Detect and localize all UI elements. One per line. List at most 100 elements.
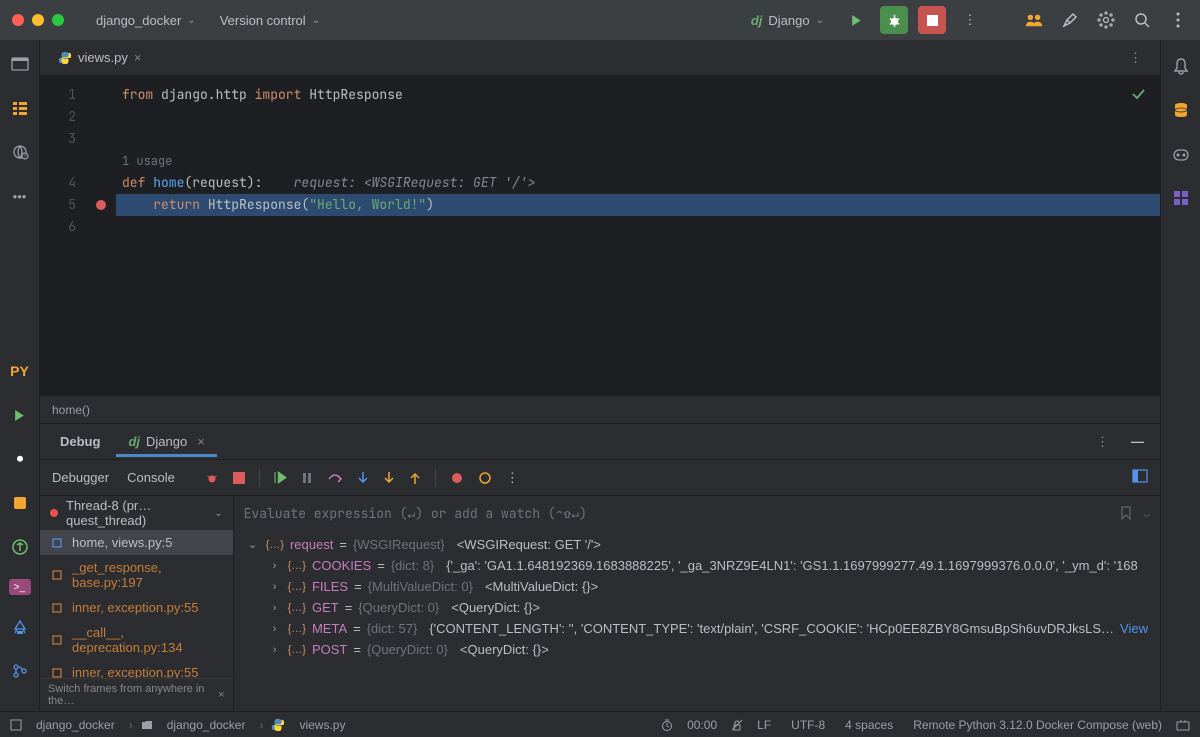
view-link[interactable]: View (1120, 621, 1148, 636)
status-widget-icon[interactable] (1176, 719, 1190, 731)
layout-settings-icon[interactable] (1132, 469, 1148, 486)
evaluate-expression-bar[interactable]: Evaluate expression (↵) or add a watch (… (234, 496, 1160, 530)
tab-views-py[interactable]: views.py × (48, 44, 151, 71)
sciview-icon[interactable] (1169, 186, 1193, 210)
run-tool-icon[interactable] (8, 403, 32, 427)
interpreter[interactable]: Remote Python 3.12.0 Docker Compose (web… (907, 718, 1168, 732)
ide-settings-icon[interactable] (1092, 6, 1120, 34)
step-over-icon[interactable] (327, 471, 343, 485)
file-encoding[interactable]: UTF-8 (785, 718, 831, 732)
frame-icon (50, 666, 64, 679)
step-into-icon[interactable] (357, 471, 369, 485)
stack-frame[interactable]: home, views.py:5 (40, 530, 233, 555)
usage-hint[interactable]: 1 usage (116, 150, 1160, 172)
debug-main-tab[interactable]: Debug (48, 426, 112, 457)
expand-icon[interactable]: › (268, 581, 282, 593)
stop-icon[interactable] (233, 472, 245, 484)
stack-frame[interactable]: inner, exception.py:55 (40, 660, 233, 678)
inspection-ok-icon[interactable] (1130, 86, 1146, 106)
right-tool-rail (1160, 40, 1200, 711)
settings-gear-icon[interactable] (1164, 6, 1192, 34)
step-out-icon[interactable] (409, 471, 421, 485)
more-debug-actions-icon[interactable]: ⋮ (506, 470, 519, 486)
collapse-icon[interactable]: ⌄ (246, 538, 260, 551)
variable-row[interactable]: › {…} GET = {QueryDict: 0} <QueryDict: {… (234, 597, 1160, 618)
rerun-icon[interactable] (205, 471, 219, 485)
indent-settings[interactable]: 4 spaces (839, 718, 899, 732)
minimize-window-icon[interactable] (32, 14, 44, 26)
run-config-label: Django (768, 13, 809, 28)
python-console-icon[interactable]: PY (8, 359, 32, 383)
bookmark-icon[interactable] (1120, 506, 1132, 520)
resume-icon[interactable] (274, 471, 287, 484)
expand-icon[interactable]: › (268, 623, 282, 635)
services-tool-icon[interactable] (8, 491, 32, 515)
debug-tool-window: Debug dj Django × ⋮ — Debugger Console (40, 423, 1160, 711)
variable-row[interactable]: ⌄ {…} request = {WSGIRequest} <WSGIReque… (234, 534, 1160, 555)
pause-icon[interactable] (301, 472, 313, 484)
breakpoint-gutter[interactable] (86, 76, 116, 395)
thread-selector[interactable]: Thread-8 (pr…quest_thread) ⌄ (40, 496, 233, 530)
timer-value[interactable]: 00:00 (681, 718, 723, 732)
code-with-me-icon[interactable] (1020, 6, 1048, 34)
expand-icon[interactable]: › (268, 560, 282, 572)
debug-options-icon[interactable]: ⋮ (1086, 434, 1119, 450)
debug-button[interactable] (880, 6, 908, 34)
breadcrumb-segment[interactable]: views.py (293, 718, 351, 732)
close-hint-icon[interactable]: × (218, 689, 224, 701)
debug-config-tab[interactable]: dj Django × (116, 426, 216, 457)
build-tools-icon[interactable] (1056, 6, 1084, 34)
frame-icon (50, 601, 64, 615)
console-subtab[interactable]: Console (127, 470, 175, 485)
expand-icon[interactable]: › (268, 644, 282, 656)
close-tab-icon[interactable]: × (197, 434, 205, 449)
timer-icon (661, 719, 673, 731)
close-window-icon[interactable] (12, 14, 24, 26)
git-tool-icon[interactable] (8, 659, 32, 683)
stop-button[interactable] (918, 6, 946, 34)
expand-icon[interactable]: › (268, 602, 282, 614)
stack-frame[interactable]: inner, exception.py:55 (40, 595, 233, 620)
lock-icon[interactable] (731, 719, 743, 731)
editor-breadcrumb[interactable]: home() (40, 395, 1160, 423)
variable-row[interactable]: › {…} FILES = {MultiValueDict: 0} <Multi… (234, 576, 1160, 597)
mute-breakpoints-icon[interactable] (478, 471, 492, 485)
breadcrumb-segment[interactable]: django_docker (30, 718, 121, 732)
variable-row[interactable]: › {…} POST = {QueryDict: 0} <QueryDict: … (234, 639, 1160, 660)
breakpoint-icon[interactable] (96, 200, 106, 210)
editor-tab-options-icon[interactable]: ⋮ (1119, 50, 1152, 66)
chevron-down-icon: ⌄ (312, 15, 320, 26)
variables-list: ⌄ {…} request = {WSGIRequest} <WSGIReque… (234, 530, 1160, 711)
minimize-panel-icon[interactable]: — (1123, 434, 1152, 449)
view-breakpoints-icon[interactable] (450, 471, 464, 485)
search-everywhere-icon[interactable] (1128, 6, 1156, 34)
more-tools-icon[interactable]: ••• (8, 184, 32, 208)
debugger-subtab[interactable]: Debugger (52, 470, 109, 485)
project-tool-icon[interactable] (8, 52, 32, 76)
step-into-my-icon[interactable] (383, 471, 395, 485)
line-separator[interactable]: LF (751, 718, 777, 732)
maximize-window-icon[interactable] (52, 14, 64, 26)
endpoint-tool-icon[interactable]: ? (8, 140, 32, 164)
debug-tool-icon[interactable] (8, 447, 32, 471)
code-editor[interactable]: 1 2 3 4 5 6 from django.http import Http… (40, 76, 1160, 395)
project-dropdown[interactable]: django_docker ⌄ (88, 9, 204, 32)
variable-row[interactable]: › {…} META = {dict: 57} {'CONTENT_LENGTH… (234, 618, 1160, 639)
problems-tool-icon[interactable] (8, 615, 32, 639)
stack-frame[interactable]: __call__, deprecation.py:134 (40, 620, 233, 660)
terminal-tool-icon[interactable]: >_ (9, 579, 31, 595)
notifications-icon[interactable] (1169, 54, 1193, 78)
database-tool-icon[interactable] (1169, 98, 1193, 122)
run-config-dropdown[interactable]: dj Django ⌄ (743, 9, 832, 32)
stack-frame[interactable]: _get_response, base.py:197 (40, 555, 233, 595)
close-tab-icon[interactable]: × (134, 50, 142, 65)
run-button[interactable] (842, 6, 870, 34)
copilot-icon[interactable] (1169, 142, 1193, 166)
python-packages-icon[interactable] (8, 535, 32, 559)
structure-tool-icon[interactable] (8, 96, 32, 120)
breadcrumb-segment[interactable]: django_docker (161, 718, 252, 732)
vcs-dropdown[interactable]: Version control ⌄ (212, 9, 328, 32)
chevron-down-icon[interactable]: ⌄ (1144, 507, 1150, 520)
variable-row[interactable]: › {…} COOKIES = {dict: 8} {'_ga': 'GA1.1… (234, 555, 1160, 576)
more-actions-icon[interactable]: ⋮ (956, 6, 984, 34)
